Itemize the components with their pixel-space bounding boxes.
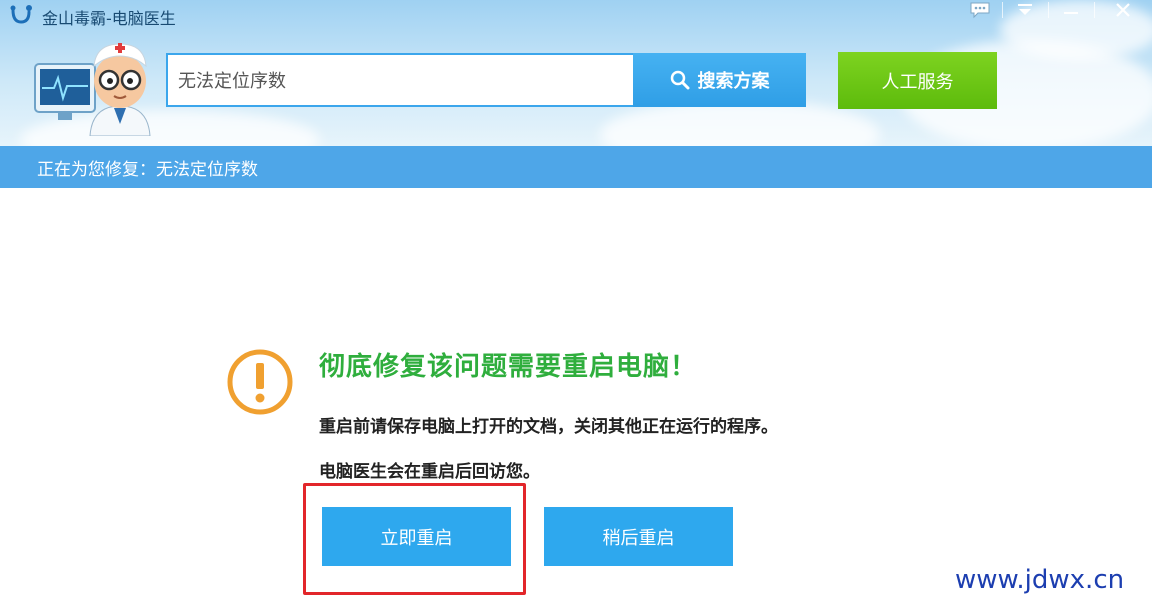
notice-line-2: 电脑医生会在重启后回访您。 [319, 462, 540, 482]
restart-later-label: 稍后重启 [602, 527, 675, 549]
header: 金山毒霸-电脑医生 无法定位序数 搜索方案 人工服务 [0, 0, 1152, 146]
minimize-icon [1064, 12, 1078, 14]
doctor-mascot-icon [34, 43, 151, 136]
highlight-annotation [303, 483, 526, 595]
app-logo-icon [10, 5, 32, 24]
menu-icon [1018, 4, 1032, 15]
search-input[interactable] [168, 55, 633, 105]
status-bar: 正在为您修复：无法定位序数 [0, 146, 1152, 188]
notice-line-1: 重启前请保存电脑上打开的文档，关闭其他正在运行的程序。 [319, 417, 778, 437]
search-box[interactable] [166, 53, 633, 107]
status-text: 正在为您修复：无法定位序数 [37, 159, 258, 180]
window-separator [1094, 2, 1095, 18]
search-button[interactable]: 搜索方案 [633, 53, 806, 107]
warning-icon [227, 349, 293, 415]
human-service-button[interactable]: 人工服务 [838, 52, 997, 109]
notice-headline: 彻底修复该问题需要重启电脑！ [319, 352, 698, 382]
watermark: www.jdwx.cn [955, 565, 1125, 595]
search-button-label: 搜索方案 [697, 71, 770, 92]
close-icon [1116, 3, 1130, 17]
window-title: 金山毒霸-电脑医生 [42, 9, 176, 28]
minimize-button[interactable] [1056, 0, 1086, 20]
menu-button[interactable] [1010, 0, 1040, 20]
close-button[interactable] [1108, 0, 1138, 20]
chat-icon [970, 2, 990, 19]
human-service-label: 人工服务 [881, 71, 954, 93]
chat-button[interactable] [965, 0, 995, 20]
window-separator [1002, 2, 1003, 18]
search-icon [670, 70, 689, 90]
restart-later-button[interactable]: 稍后重启 [544, 507, 733, 566]
window-separator [1048, 2, 1049, 18]
